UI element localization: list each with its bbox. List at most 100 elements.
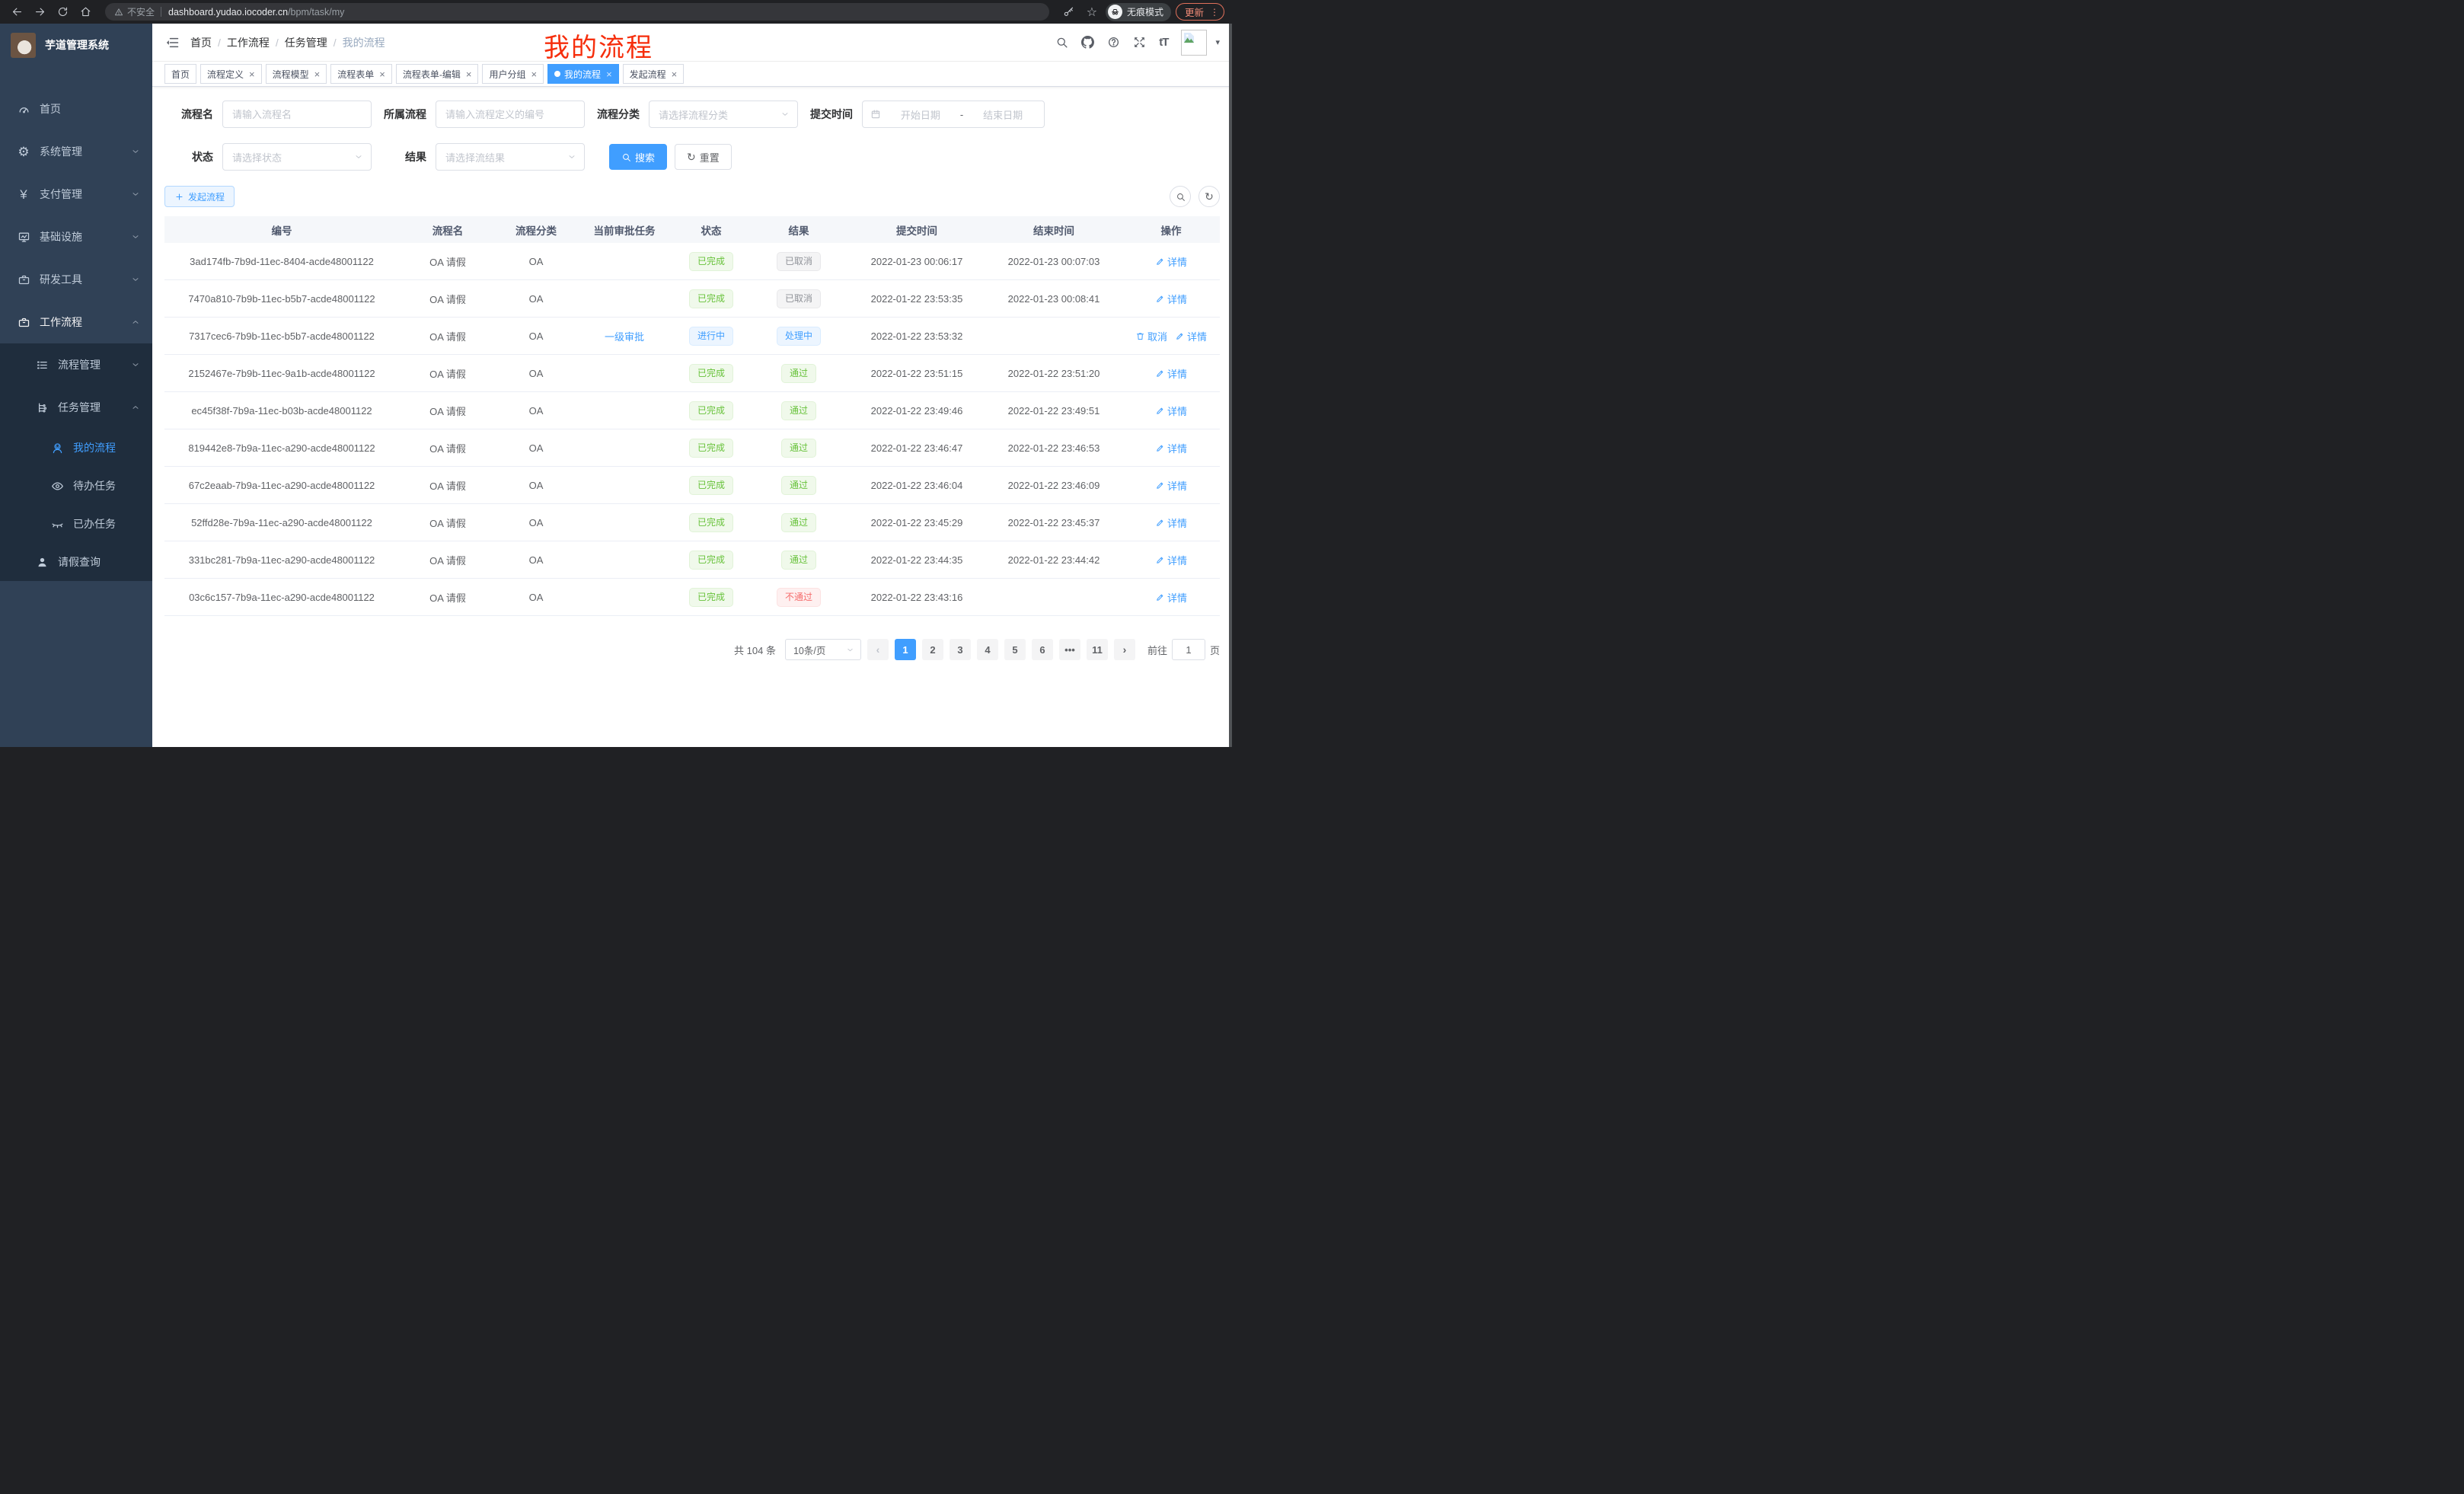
close-tab-icon[interactable]: × — [672, 69, 678, 79]
sidebar-item-基础设施[interactable]: 基础设施 — [0, 215, 152, 258]
sidebar-item-label: 研发工具 — [40, 272, 82, 287]
search-button[interactable]: 搜索 — [609, 144, 667, 170]
process-name-input[interactable] — [222, 101, 372, 128]
page-ellipsis-button[interactable]: ••• — [1059, 639, 1080, 660]
sidebar-fold-icon[interactable] — [164, 35, 180, 50]
status-select[interactable]: 请选择状态 — [222, 143, 372, 171]
detail-link[interactable]: 详情 — [1155, 441, 1187, 455]
navbar: 首页/工作流程/任务管理/我的流程 tT ▾ — [152, 24, 1232, 62]
parent-process-input[interactable] — [436, 101, 585, 128]
tab-首页[interactable]: 首页 — [164, 64, 196, 84]
detail-link[interactable]: 详情 — [1155, 292, 1187, 306]
tab-我的流程[interactable]: 我的流程× — [547, 64, 619, 84]
table-header: 编号流程名流程分类当前审批任务状态结果提交时间结束时间操作 — [164, 216, 1220, 243]
app-logo[interactable]: 芋道管理系统 — [0, 24, 152, 66]
home-icon[interactable] — [76, 3, 94, 21]
create-process-button[interactable]: 发起流程 — [164, 186, 235, 207]
update-button[interactable]: 更新 ⋮ — [1176, 3, 1224, 21]
bookmark-star-icon[interactable]: ☆ — [1083, 3, 1101, 21]
sidebar-item-支付管理[interactable]: ¥支付管理 — [0, 173, 152, 215]
sidebar-item-工作流程[interactable]: 工作流程 — [0, 301, 152, 343]
tab-流程模型[interactable]: 流程模型× — [266, 64, 327, 84]
back-icon[interactable] — [8, 3, 26, 21]
sidebar-item-任务管理[interactable]: 任务管理 — [0, 386, 152, 429]
breadcrumb-separator: / — [276, 37, 279, 49]
tab-流程表单-编辑[interactable]: 流程表单-编辑× — [396, 64, 479, 84]
reload-icon[interactable] — [53, 3, 72, 21]
sidebar-item-我的流程[interactable]: 我的流程 — [0, 429, 152, 467]
cell-submit-time: 2022-01-22 23:49:46 — [848, 405, 985, 417]
next-page-button[interactable]: › — [1114, 639, 1135, 660]
search-icon[interactable] — [1055, 36, 1068, 49]
security-label: 不安全 — [127, 5, 155, 18]
not-secure-warning-icon[interactable] — [114, 8, 123, 17]
close-tab-icon[interactable]: × — [466, 69, 472, 79]
tab-流程表单[interactable]: 流程表单× — [330, 64, 392, 84]
tab-流程定义[interactable]: 流程定义× — [200, 64, 262, 84]
prev-page-button[interactable]: ‹ — [867, 639, 889, 660]
detail-link[interactable]: 详情 — [1155, 478, 1187, 493]
tab-发起流程[interactable]: 发起流程× — [623, 64, 685, 84]
chevron-down-icon — [131, 275, 140, 284]
sidebar-item-流程管理[interactable]: 流程管理 — [0, 343, 152, 386]
category-select[interactable]: 请选择流程分类 — [649, 101, 798, 128]
page-scrollbar[interactable] — [1229, 24, 1232, 747]
sidebar-item-待办任务[interactable]: 待办任务 — [0, 467, 152, 505]
search-icon — [621, 152, 631, 162]
sidebar-item-系统管理[interactable]: ⚙系统管理 — [0, 130, 152, 173]
sidebar-item-首页[interactable]: 首页 — [0, 88, 152, 130]
detail-link[interactable]: 详情 — [1155, 366, 1187, 381]
url-bar[interactable]: 不安全 dashboard.yudao.iocoder.cn/bpm/task/… — [105, 3, 1049, 21]
refresh-table-button[interactable]: ↻ — [1198, 186, 1220, 207]
detail-link[interactable]: 详情 — [1175, 329, 1207, 343]
cancel-link[interactable]: 取消 — [1135, 329, 1167, 343]
forward-icon[interactable] — [30, 3, 49, 21]
page-button-6[interactable]: 6 — [1032, 639, 1053, 660]
cell-current-task[interactable]: 一级审批 — [576, 329, 673, 343]
page-button-4[interactable]: 4 — [977, 639, 998, 660]
column-header-当前审批任务: 当前审批任务 — [576, 222, 673, 238]
goto-page-input[interactable] — [1172, 639, 1205, 660]
sidebar-item-请假查询[interactable]: 请假查询 — [0, 543, 152, 581]
page-button-3[interactable]: 3 — [950, 639, 971, 660]
sidebar-item-研发工具[interactable]: 研发工具 — [0, 258, 152, 301]
page-button-2[interactable]: 2 — [922, 639, 943, 660]
toggle-search-button[interactable] — [1170, 186, 1191, 207]
chevron-down-icon[interactable]: ▾ — [1215, 37, 1220, 47]
fullscreen-icon[interactable] — [1133, 36, 1146, 49]
password-key-icon[interactable] — [1060, 3, 1078, 21]
result-select[interactable]: 请选择流结果 — [436, 143, 585, 171]
cell-end-time: 2022-01-22 23:51:20 — [985, 368, 1122, 379]
plus-icon — [174, 192, 184, 202]
cell-status: 已完成 — [673, 401, 749, 420]
page-button-5[interactable]: 5 — [1004, 639, 1026, 660]
date-separator: - — [960, 109, 963, 120]
close-tab-icon[interactable]: × — [314, 69, 321, 79]
breadcrumb-item[interactable]: 首页 — [190, 35, 212, 50]
font-size-icon[interactable]: tT — [1159, 36, 1168, 49]
close-tab-icon[interactable]: × — [606, 69, 612, 79]
sidebar-item-已办任务[interactable]: 已办任务 — [0, 505, 152, 543]
detail-link[interactable]: 详情 — [1155, 254, 1187, 269]
breadcrumb-item[interactable]: 任务管理 — [285, 35, 327, 50]
cell-submit-time: 2022-01-22 23:51:15 — [848, 368, 985, 379]
close-tab-icon[interactable]: × — [249, 69, 255, 79]
tab-用户分组[interactable]: 用户分组× — [482, 64, 544, 84]
reset-button[interactable]: ↻ 重置 — [675, 144, 732, 170]
detail-link[interactable]: 详情 — [1155, 516, 1187, 530]
page-button-1[interactable]: 1 — [895, 639, 916, 660]
page-button-11[interactable]: 11 — [1087, 639, 1108, 660]
github-icon[interactable] — [1081, 36, 1094, 49]
kebab-menu-icon[interactable]: ⋮ — [1210, 7, 1219, 18]
detail-link[interactable]: 详情 — [1155, 590, 1187, 605]
avatar[interactable] — [1181, 30, 1207, 56]
submit-time-range-picker[interactable]: 开始日期 - 结束日期 — [862, 101, 1045, 128]
close-tab-icon[interactable]: × — [379, 69, 385, 79]
incognito-badge: 无痕模式 — [1106, 3, 1171, 21]
help-icon[interactable] — [1107, 36, 1120, 49]
breadcrumb-item[interactable]: 工作流程 — [227, 35, 270, 50]
detail-link[interactable]: 详情 — [1155, 553, 1187, 567]
close-tab-icon[interactable]: × — [531, 69, 537, 79]
page-size-select[interactable]: 10条/页 — [785, 639, 861, 660]
detail-link[interactable]: 详情 — [1155, 404, 1187, 418]
